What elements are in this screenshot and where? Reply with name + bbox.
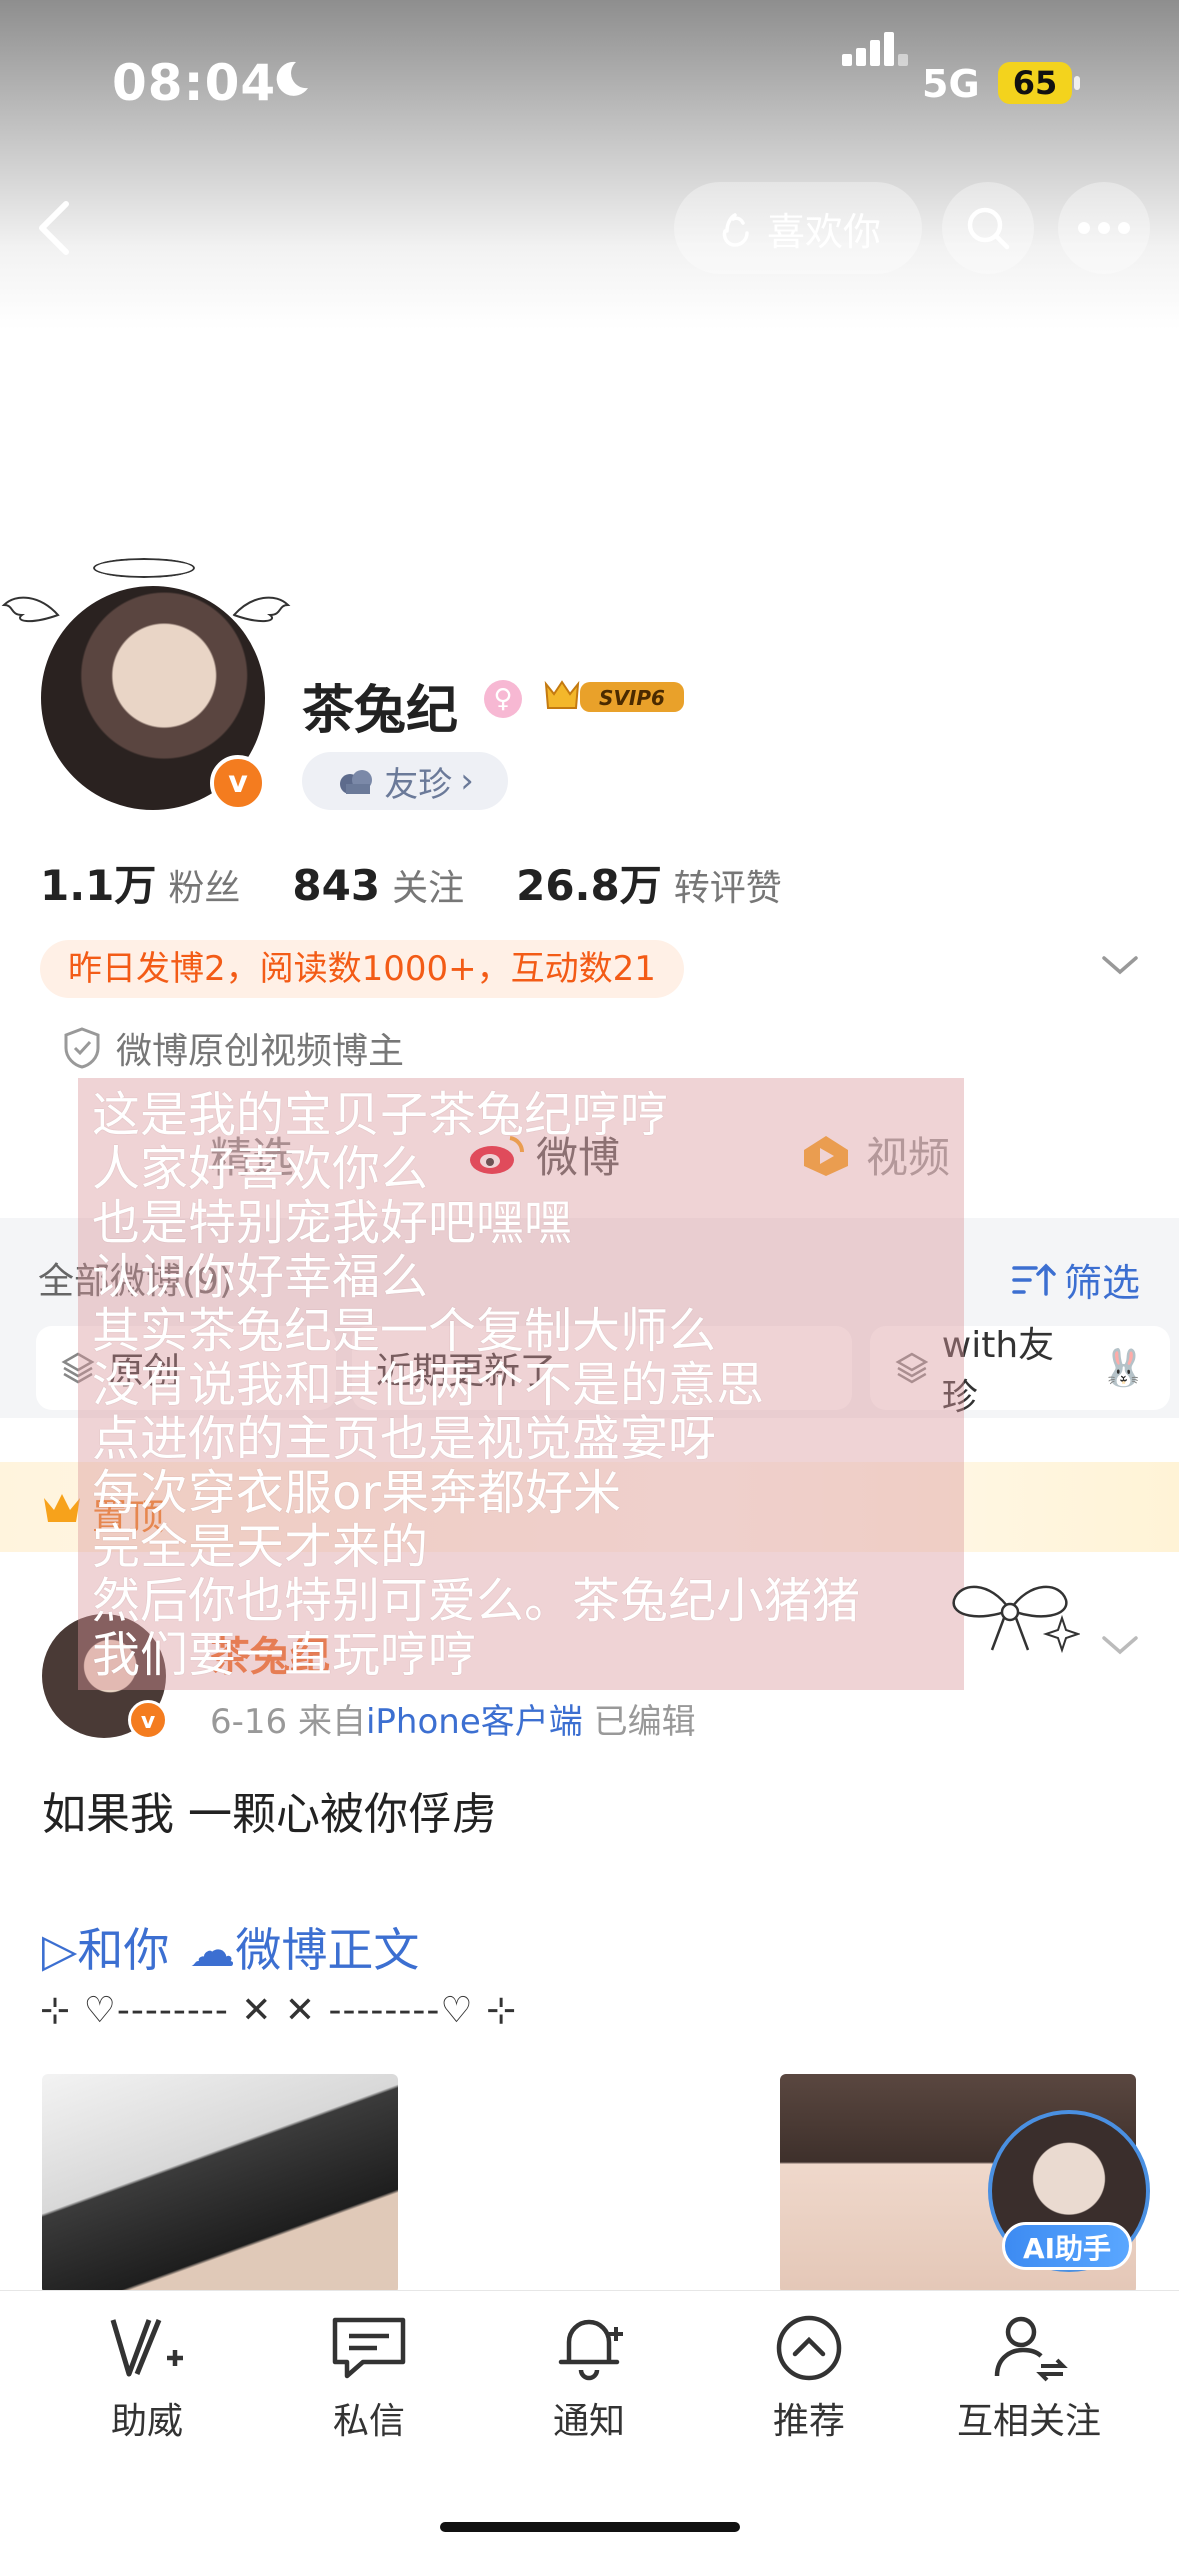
likes-count: 26.8万 bbox=[516, 861, 662, 910]
post-meta: 6-16 来自iPhone客户端 已编辑 bbox=[210, 1694, 696, 1743]
sort-icon bbox=[1012, 1263, 1056, 1296]
expand-chevron-icon[interactable] bbox=[1100, 950, 1140, 980]
filter-button[interactable]: 筛选 bbox=[1010, 1252, 1140, 1307]
post-menu-chevron-icon[interactable] bbox=[1100, 1630, 1140, 1660]
overlay-line: 点进你的主页也是视觉盛宴呀 bbox=[92, 1411, 717, 1467]
overlay-line: 完全是天才来的 bbox=[92, 1519, 429, 1575]
bottom-recommend[interactable]: 推荐 bbox=[724, 2312, 894, 2444]
followers-label[interactable]: 粉丝 bbox=[168, 868, 240, 909]
network-label: 5G bbox=[922, 62, 980, 106]
back-icon[interactable] bbox=[30, 198, 80, 258]
bottom-notify[interactable]: 通知 bbox=[504, 2312, 674, 2444]
post-link-music[interactable]: ▷和你 bbox=[42, 1914, 169, 1980]
chat-icon bbox=[332, 2317, 406, 2379]
like-you-button[interactable]: 喜欢你 bbox=[674, 182, 922, 274]
status-bar: 08:04 5G 65 bbox=[0, 32, 1179, 130]
followers-count[interactable]: 1.1万 bbox=[40, 861, 156, 910]
overlay-line: 每次穿衣服or果奔都好米 bbox=[92, 1465, 622, 1521]
ai-assistant-label[interactable]: AI助手 bbox=[1002, 2222, 1132, 2270]
post-date: 6-16 bbox=[210, 1702, 288, 1742]
bottom-mutual-label: 互相关注 bbox=[956, 2401, 1101, 2442]
overlay-line: 也是特别宠我好吧嘿嘿 bbox=[92, 1195, 573, 1251]
filter-label: 筛选 bbox=[1064, 1261, 1141, 1305]
profile-stats: 1.1万 粉丝 843 关注 26.8万 转评赞 bbox=[40, 852, 782, 913]
chevron-right-icon: › bbox=[460, 761, 474, 801]
verified-label: 微博原创视频博主 bbox=[116, 1031, 405, 1072]
verified-badge-icon: v bbox=[210, 755, 266, 811]
overlay-line: 这是我的宝贝子茶兔纪哼哼 bbox=[92, 1087, 669, 1143]
svip-badge[interactable]: SVIP6 bbox=[540, 674, 688, 720]
bell-icon bbox=[558, 2319, 623, 2381]
post-text: 如果我 一颗心被你俘虏 bbox=[42, 1789, 496, 1840]
svip-label: SVIP6 bbox=[599, 686, 665, 710]
rabbit-icon: 🐰 bbox=[1101, 1348, 1146, 1389]
home-indicator bbox=[440, 2522, 740, 2532]
search-icon bbox=[967, 207, 1010, 250]
hand-wave-icon bbox=[722, 213, 749, 247]
bottom-cheer-label: 助威 bbox=[110, 2401, 183, 2442]
halo-decoration bbox=[90, 555, 198, 581]
following-label[interactable]: 关注 bbox=[392, 868, 464, 909]
like-you-label: 喜欢你 bbox=[766, 209, 881, 254]
overlay-line: 认识你好幸福么 bbox=[92, 1249, 429, 1305]
post-source[interactable]: iPhone客户端 bbox=[366, 1702, 583, 1742]
shield-icon bbox=[64, 1027, 100, 1069]
following-count[interactable]: 843 bbox=[292, 861, 380, 910]
moon-icon bbox=[276, 61, 308, 96]
bow-icon bbox=[952, 1585, 1080, 1654]
friend-tag[interactable]: 友珍 › bbox=[302, 752, 508, 810]
battery-tip bbox=[1074, 76, 1080, 90]
post-verified-icon: v bbox=[128, 1700, 168, 1740]
bottom-message-label: 私信 bbox=[332, 2401, 405, 2442]
profile-page: 08:04 5G 65 喜欢你 v 茶兔纪 ♀ SVIP6 友珍 › 1.1万 … bbox=[0, 0, 1179, 2556]
bottom-recommend-label: 推荐 bbox=[772, 2401, 845, 2442]
cloud-link-icon: ☁ bbox=[189, 1923, 236, 1977]
user-follow-icon bbox=[994, 2316, 1068, 2382]
verified-info: 微博原创视频博主 bbox=[62, 1022, 404, 1074]
post-source-prefix: 来自 bbox=[297, 1702, 366, 1742]
profile-name: 茶兔纪 bbox=[302, 681, 459, 741]
friend-tag-label: 友珍 bbox=[384, 764, 453, 805]
search-button[interactable] bbox=[942, 182, 1034, 274]
post-photo-1[interactable] bbox=[42, 2074, 398, 2294]
overlay-line: 然后你也特别可爱么。茶兔纪小猪猪 bbox=[92, 1573, 861, 1629]
status-time: 08:04 bbox=[112, 54, 277, 112]
bottom-mutual[interactable]: 互相关注 bbox=[944, 2312, 1114, 2444]
more-icon bbox=[1078, 222, 1130, 234]
post-decoration: ⊹ ♡-------- ✕ ✕ --------♡ ⊹ bbox=[40, 1990, 518, 2031]
overlay-line: 没有说我和其他两个不是的意思 bbox=[92, 1357, 765, 1413]
likes-label: 转评赞 bbox=[673, 868, 782, 909]
post-links: ▷和你 ☁微博正文 bbox=[42, 1914, 419, 1980]
overlay-line: 人家好喜欢你么 bbox=[92, 1141, 429, 1197]
overlay-line: 其实茶兔纪是一个复制大师么 bbox=[92, 1303, 717, 1359]
more-button[interactable] bbox=[1058, 182, 1150, 274]
overlay-line: 我们要一直玩哼哼 bbox=[92, 1627, 477, 1683]
arrow-up-circle-icon bbox=[776, 2315, 842, 2381]
bottom-notify-label: 通知 bbox=[552, 2401, 625, 2442]
battery-indicator: 65 bbox=[998, 62, 1072, 104]
post-link-weibo-label: 微博正文 bbox=[235, 1923, 420, 1977]
avatar-block: v bbox=[0, 545, 300, 835]
post-edited: 已编辑 bbox=[593, 1702, 696, 1742]
cloud-icon bbox=[340, 770, 373, 794]
bottom-cheer[interactable]: 助威 bbox=[62, 2312, 232, 2444]
post-link-weibo[interactable]: ☁微博正文 bbox=[189, 1914, 419, 1980]
wing-left-icon bbox=[1, 596, 60, 622]
yesterday-stats-pill[interactable]: 昨日发博2，阅读数1000+，互动数21 bbox=[40, 940, 684, 998]
bottom-message[interactable]: 私信 bbox=[284, 2312, 454, 2444]
cheer-icon bbox=[110, 2319, 183, 2377]
female-icon: ♀ bbox=[484, 680, 522, 718]
